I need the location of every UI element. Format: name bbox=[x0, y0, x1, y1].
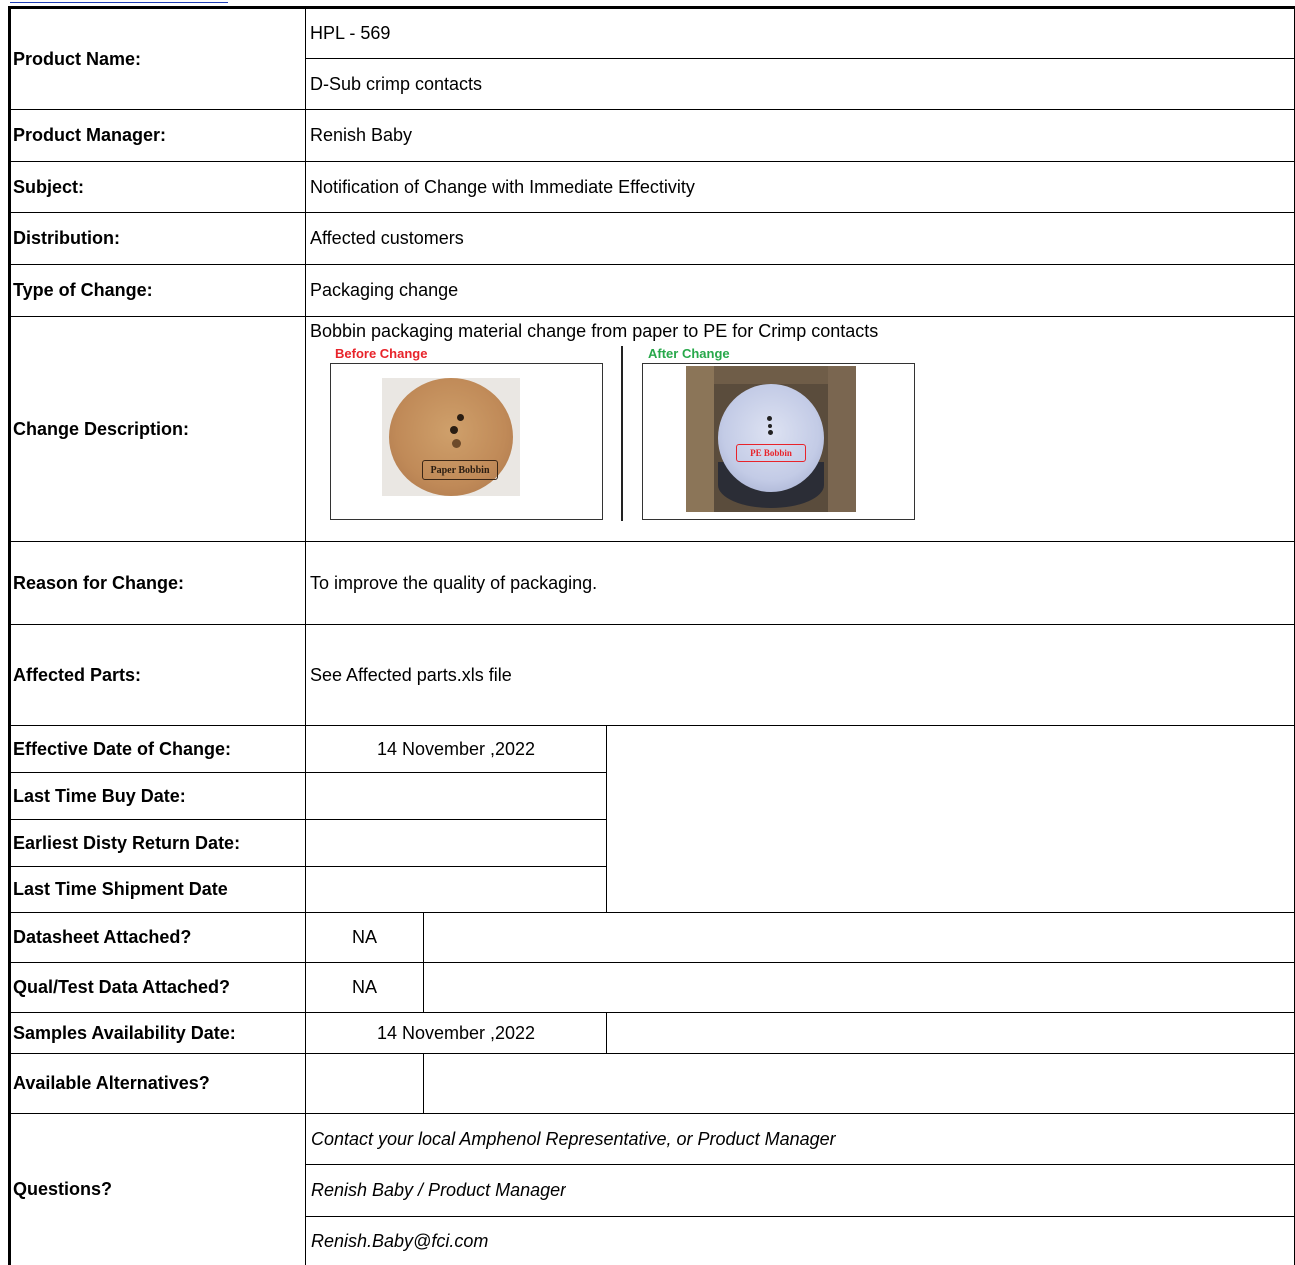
earliest-disty-return-value bbox=[306, 820, 606, 866]
questions-label: Questions? bbox=[13, 1179, 113, 1199]
last-time-buy-value bbox=[306, 773, 606, 819]
before-change-panel: Before Change Paper Bobbin bbox=[330, 346, 603, 521]
paper-bobbin-image: Paper Bobbin bbox=[382, 378, 520, 496]
subject-value: Notification of Change with Immediate Ef… bbox=[310, 176, 695, 197]
affected-parts-value: See Affected parts.xls file bbox=[310, 664, 512, 685]
alternatives-value bbox=[306, 1054, 423, 1113]
paper-bobbin-tag: Paper Bobbin bbox=[422, 460, 498, 480]
product-manager-value: Renish Baby bbox=[310, 125, 413, 145]
product-name-label: Product Name: bbox=[13, 48, 142, 69]
datasheet-label: Datasheet Attached? bbox=[13, 927, 192, 947]
reason-label: Reason for Change: bbox=[13, 572, 185, 593]
datasheet-value: NA bbox=[351, 927, 377, 947]
panel-separator bbox=[621, 346, 623, 521]
top-link[interactable] bbox=[10, 0, 228, 3]
qual-test-value: NA bbox=[351, 977, 377, 997]
last-time-shipment-label: Last Time Shipment Date bbox=[13, 879, 228, 899]
effective-date-label: Effective Date of Change: bbox=[13, 738, 232, 759]
pe-bobbin-tag: PE Bobbin bbox=[736, 444, 806, 462]
type-of-change-value: Packaging change bbox=[310, 280, 459, 300]
questions-contact: Contact your local Amphenol Representati… bbox=[311, 1128, 836, 1149]
distribution-value: Affected customers bbox=[310, 228, 464, 248]
samples-date-label: Samples Availability Date: bbox=[13, 1022, 236, 1043]
distribution-label: Distribution: bbox=[13, 228, 120, 248]
after-change-caption: After Change bbox=[648, 346, 730, 361]
after-change-panel: After Change PE Bobbin bbox=[642, 346, 915, 521]
qual-test-label: Qual/Test Data Attached? bbox=[13, 977, 231, 997]
pe-bobbin-image: PE Bobbin bbox=[686, 366, 856, 512]
change-description-label: Change Description: bbox=[13, 418, 190, 439]
questions-manager: Renish Baby / Product Manager bbox=[311, 1180, 567, 1200]
affected-parts-label: Affected Parts: bbox=[13, 664, 142, 685]
product-name-value: HPL - 569 bbox=[310, 23, 391, 43]
type-of-change-label: Type of Change: bbox=[13, 280, 153, 300]
reason-value: To improve the quality of packaging. bbox=[310, 572, 598, 593]
last-time-buy-label: Last Time Buy Date: bbox=[13, 785, 186, 806]
earliest-disty-return-label: Earliest Disty Return Date: bbox=[13, 832, 241, 853]
last-time-shipment-value bbox=[306, 867, 606, 912]
alternatives-label: Available Alternatives? bbox=[13, 1073, 210, 1093]
change-description-value: Bobbin packaging material change from pa… bbox=[310, 320, 879, 341]
product-name-description: D-Sub crimp contacts bbox=[310, 73, 483, 94]
before-change-caption: Before Change bbox=[335, 346, 428, 361]
questions-email[interactable]: Renish.Baby@fci.com bbox=[311, 1217, 488, 1265]
subject-label: Subject: bbox=[13, 176, 85, 197]
effective-date-value: 14 November ,2022 bbox=[376, 738, 536, 759]
samples-date-value: 14 November ,2022 bbox=[376, 1022, 536, 1043]
product-manager-label: Product Manager: bbox=[13, 125, 167, 145]
